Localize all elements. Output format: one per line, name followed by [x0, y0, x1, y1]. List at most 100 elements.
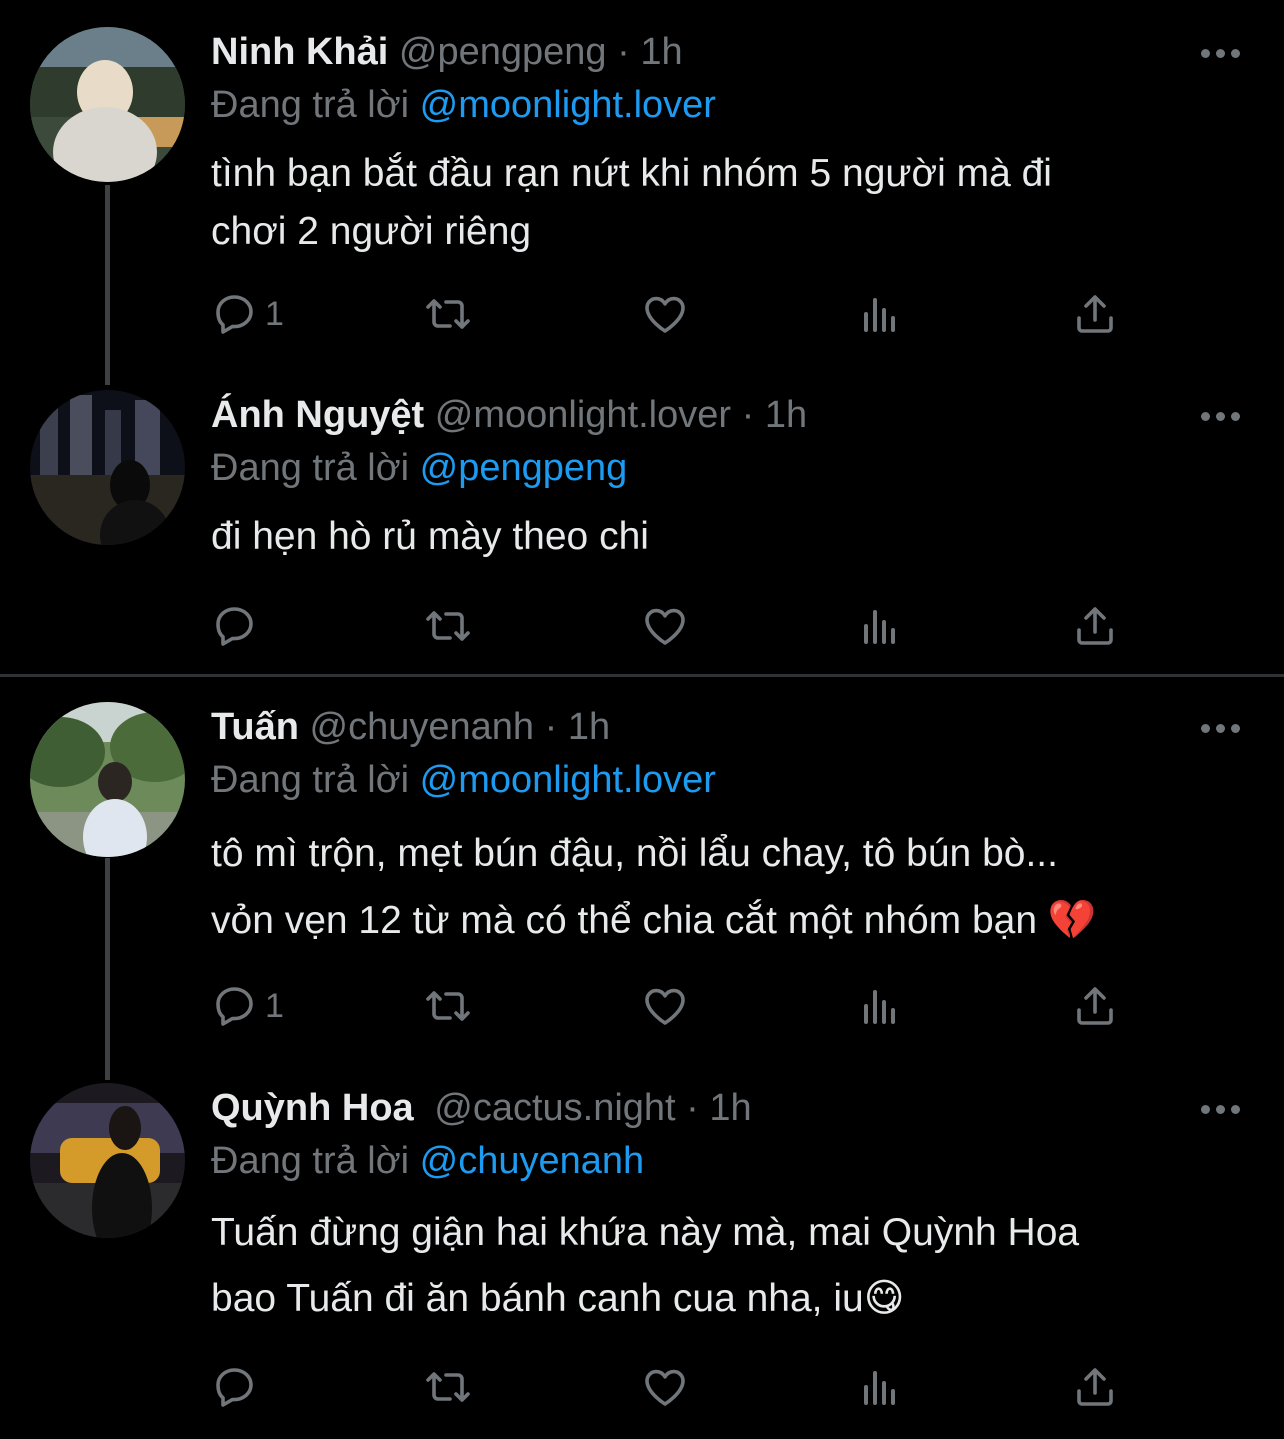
mention-link[interactable]: @pengpeng: [420, 447, 628, 489]
reply-button[interactable]: [211, 601, 265, 651]
share-button[interactable]: [1071, 981, 1119, 1031]
tweet-text-line: vỏn vẹn 12 từ mà có thể chia cắt một nhó…: [211, 899, 1097, 942]
retweet-icon: [426, 991, 470, 1021]
replying-to: Đang trả lời @chuyenanh: [211, 1138, 644, 1184]
share-button[interactable]: [1071, 289, 1119, 339]
retweet-button[interactable]: [424, 289, 472, 339]
heart-icon: [645, 296, 685, 333]
tweet-header: Ánh Nguyệt @moonlight.lover · 1h: [211, 392, 807, 438]
user-handle[interactable]: @chuyenanh: [310, 706, 535, 748]
more-button[interactable]: [1196, 43, 1244, 63]
separator-dot: ·: [544, 706, 558, 748]
avatar[interactable]: [30, 27, 185, 182]
display-name[interactable]: Quỳnh Hoa: [211, 1087, 414, 1129]
views-icon: [864, 1371, 895, 1405]
views-button[interactable]: [856, 601, 904, 651]
more-icon: [1200, 723, 1210, 733]
tweet-text: tình bạn bắt đầu rạn nứt khi nhóm 5 ngườ…: [211, 145, 1211, 261]
heart-icon: [645, 988, 685, 1025]
more-button[interactable]: [1196, 718, 1244, 738]
more-button[interactable]: [1196, 406, 1244, 426]
tweet-text: đi hẹn hò rủ mày theo chi: [211, 508, 1211, 566]
retweet-button[interactable]: [424, 601, 472, 651]
thread-divider: [0, 674, 1284, 677]
tweet-header: Ninh Khải @pengpeng · 1h: [211, 29, 683, 75]
like-button[interactable]: [641, 1362, 689, 1412]
tweet-text-line: tô mì trộn, mẹt bún đậu, nồi lẩu chay, t…: [211, 832, 1058, 875]
replying-to: Đang trả lời @moonlight.lover: [211, 82, 716, 128]
tweet-text-line: chơi 2 người riêng: [211, 210, 532, 253]
heart-icon: [645, 608, 685, 645]
display-name[interactable]: Ninh Khải: [211, 31, 388, 73]
retweet-icon: [426, 299, 470, 329]
tweet-actions: 1: [211, 289, 1131, 339]
reply-button[interactable]: 1: [211, 289, 284, 339]
reply-button[interactable]: 1: [211, 981, 284, 1031]
share-icon: [1077, 607, 1113, 645]
user-handle[interactable]: @pengpeng: [399, 31, 607, 73]
mention-link[interactable]: @moonlight.lover: [420, 84, 716, 126]
user-handle[interactable]: @cactus.night: [434, 1087, 675, 1129]
timestamp[interactable]: 1h: [568, 706, 610, 748]
views-icon: [864, 990, 895, 1024]
avatar[interactable]: [30, 702, 185, 857]
share-icon: [1077, 987, 1113, 1025]
replying-label: Đang trả lời: [211, 447, 410, 489]
retweet-button[interactable]: [424, 1362, 472, 1412]
views-icon: [864, 298, 895, 332]
user-handle[interactable]: @moonlight.lover: [435, 394, 731, 436]
views-icon: [864, 610, 895, 644]
tweet-actions: [211, 1362, 1131, 1412]
retweet-icon: [426, 1372, 470, 1402]
reply-icon: [216, 1368, 253, 1407]
timestamp[interactable]: 1h: [709, 1087, 751, 1129]
like-button[interactable]: [641, 981, 689, 1031]
thread-line: [105, 858, 110, 1080]
like-button[interactable]: [641, 601, 689, 651]
more-icon: [1200, 48, 1210, 58]
retweet-icon: [426, 611, 470, 641]
avatar[interactable]: [30, 390, 185, 545]
share-icon: [1077, 295, 1113, 333]
reply-button[interactable]: [211, 1362, 265, 1412]
replying-to: Đang trả lời @pengpeng: [211, 445, 627, 491]
timestamp[interactable]: 1h: [640, 31, 682, 73]
separator-dot: ·: [617, 31, 630, 73]
more-icon: [1200, 1104, 1210, 1114]
separator-dot: ·: [686, 1087, 699, 1129]
tweet-text-line: bao Tuấn đi ăn bánh canh cua nha, iu😋: [211, 1277, 905, 1320]
tweet-text-line: tình bạn bắt đầu rạn nứt khi nhóm 5 ngườ…: [211, 152, 1052, 195]
views-button[interactable]: [856, 1362, 904, 1412]
retweet-button[interactable]: [424, 981, 472, 1031]
tweet-header: Quỳnh Hoa @cactus.night · 1h: [211, 1085, 752, 1131]
tweet-header: Tuấn @chuyenanh · 1h: [211, 704, 610, 750]
mention-link[interactable]: @chuyenanh: [420, 1140, 645, 1182]
heart-icon: [645, 1369, 685, 1406]
more-icon: [1200, 411, 1210, 421]
tweet-actions: [211, 601, 1131, 651]
reply-count: 1: [265, 294, 284, 333]
share-button[interactable]: [1071, 601, 1119, 651]
views-button[interactable]: [856, 981, 904, 1031]
mention-link[interactable]: @moonlight.lover: [420, 759, 716, 801]
more-button[interactable]: [1196, 1099, 1244, 1119]
reply-icon: [216, 987, 253, 1026]
tweet-text: tô mì trộn, mẹt bún đậu, nồi lẩu chay, t…: [211, 820, 1211, 954]
avatar[interactable]: [30, 1083, 185, 1238]
tweet-text-line: đi hẹn hò rủ mày theo chi: [211, 515, 649, 558]
timestamp[interactable]: 1h: [765, 394, 807, 436]
share-button[interactable]: [1071, 1362, 1119, 1412]
tweet-text-line: Tuấn đừng giận hai khứa này mà, mai Quỳn…: [211, 1211, 1080, 1254]
tweet-text: Tuấn đừng giận hai khứa này mà, mai Quỳn…: [211, 1200, 1211, 1332]
tweet-actions: 1: [211, 981, 1131, 1031]
reply-icon: [216, 607, 253, 646]
views-button[interactable]: [856, 289, 904, 339]
like-button[interactable]: [641, 289, 689, 339]
separator-dot: ·: [741, 394, 755, 436]
thread-line: [105, 185, 110, 385]
display-name[interactable]: Ánh Nguyệt: [211, 394, 424, 436]
reply-count: 1: [265, 986, 284, 1025]
replying-label: Đang trả lời: [211, 1140, 410, 1182]
replying-label: Đang trả lời: [211, 759, 410, 801]
display-name[interactable]: Tuấn: [211, 706, 299, 748]
